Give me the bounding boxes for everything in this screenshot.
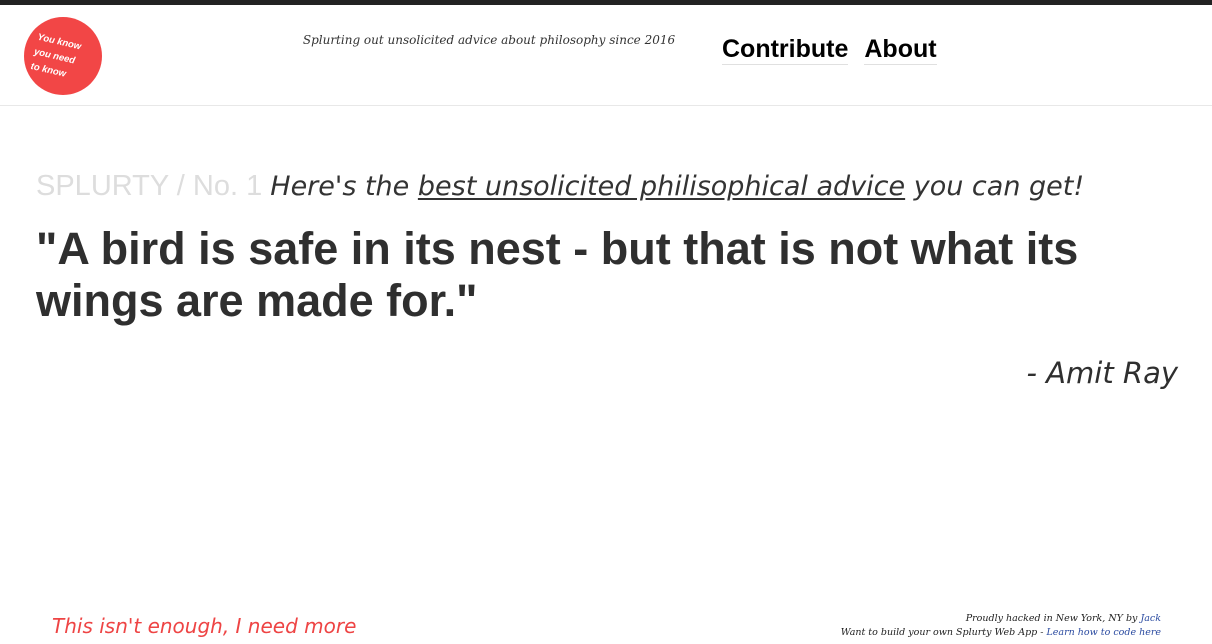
site-tagline: Splurting out unsolicited advice about p… <box>302 33 676 47</box>
intro-suffix: you can get! <box>913 171 1085 202</box>
site-footer: Proudly hacked in New York, NY by Jack W… <box>841 612 1161 640</box>
nav-contribute-link[interactable]: Contribute <box>722 35 849 65</box>
footer-learn-text: Want to build your own Splurty Web App - <box>840 627 1044 638</box>
intro-advice-link[interactable]: best unsolicited philisophical advice <box>418 171 905 202</box>
nav-about-link[interactable]: About <box>864 35 937 65</box>
logo-text: You know you need to know <box>29 30 98 87</box>
footer-author-link[interactable]: Jack <box>1140 613 1161 624</box>
quote-author: - Amit Ray <box>1026 356 1179 390</box>
more-advice-link[interactable]: This isn't enough, I need more <box>52 614 356 638</box>
brand-issue-label: SPLURTY / No. 1 <box>36 170 263 202</box>
intro-text: Here's the best unsolicited philisophica… <box>270 171 1084 202</box>
footer-learn-link[interactable]: Learn how to code here <box>1047 627 1162 638</box>
intro-prefix: Here's the <box>270 171 410 202</box>
main-nav: Contribute About <box>722 35 953 65</box>
logo-badge[interactable]: You know you need to know <box>24 17 102 95</box>
site-header: You know you need to know Splurting out … <box>0 5 1212 106</box>
footer-credit-text: Proudly hacked in New York, NY by <box>965 613 1138 624</box>
quote-kicker: SPLURTY / No. 1 Here's the best unsolici… <box>36 168 1186 205</box>
quote-text: "A bird is safe in its nest - but that i… <box>36 223 1079 326</box>
footer-credit-line: Proudly hacked in New York, NY by Jack <box>841 612 1161 626</box>
footer-learn-line: Want to build your own Splurty Web App -… <box>841 626 1161 640</box>
quote-section: SPLURTY / No. 1 Here's the best unsolici… <box>36 168 1186 327</box>
